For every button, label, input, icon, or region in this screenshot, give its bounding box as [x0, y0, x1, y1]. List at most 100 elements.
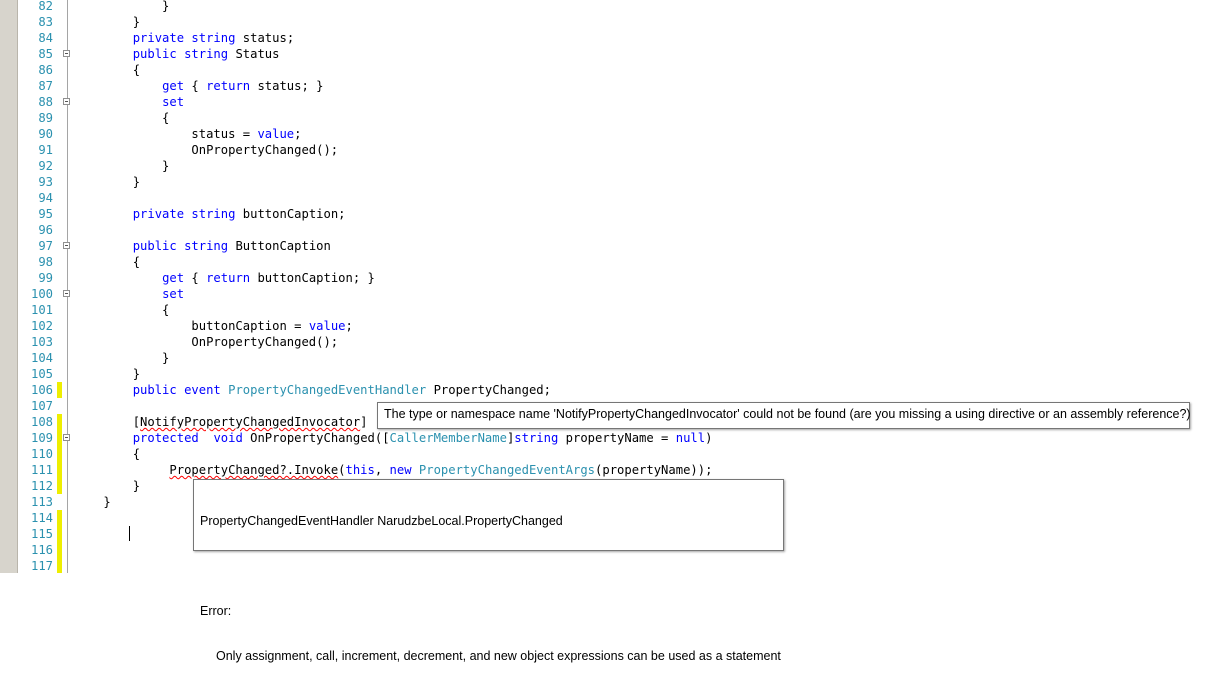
line-number: 92 — [38, 159, 53, 173]
code-text: private string status; — [74, 30, 294, 46]
code-token: string — [184, 239, 229, 253]
code-token: return — [206, 79, 251, 93]
line-number: 86 — [38, 63, 53, 77]
code-line[interactable]: 85 public string Status — [0, 46, 1225, 62]
error-tooltip-attribute: The type or namespace name 'NotifyProper… — [377, 402, 1191, 429]
code-token: private — [132, 207, 185, 221]
code-line[interactable]: 92 } — [0, 158, 1225, 174]
line-number: 112 — [30, 479, 53, 493]
code-line[interactable]: 110 { — [0, 446, 1225, 462]
line-number: 117 — [30, 559, 53, 573]
code-line[interactable]: 95 private string buttonCaption; — [0, 206, 1225, 222]
line-number: 111 — [30, 463, 53, 477]
code-token: ] — [360, 415, 368, 429]
code-line[interactable]: 109 protected void OnPropertyChanged([Ca… — [0, 430, 1225, 446]
code-token: [ — [74, 415, 141, 429]
change-marker — [57, 542, 62, 558]
code-token: buttonCaption; — [235, 207, 346, 221]
line-number: 96 — [38, 223, 53, 237]
change-marker — [57, 382, 62, 398]
code-token: string — [191, 207, 236, 221]
code-token: Status — [228, 47, 280, 61]
change-marker — [57, 478, 62, 494]
code-line[interactable]: 91 OnPropertyChanged(); — [0, 142, 1225, 158]
code-text: public event PropertyChangedEventHandler… — [74, 382, 551, 398]
code-line[interactable]: 98 { — [0, 254, 1225, 270]
code-line[interactable]: 101 { — [0, 302, 1225, 318]
code-line[interactable]: 93 } — [0, 174, 1225, 190]
collapse-region-icon[interactable] — [63, 242, 70, 249]
code-token: CallerMemberName — [389, 431, 507, 445]
code-token: PropertyChangedEventArgs — [418, 463, 596, 477]
code-token: void — [213, 431, 243, 445]
code-line[interactable]: 82 } — [0, 0, 1225, 14]
code-line[interactable]: 100 set — [0, 286, 1225, 302]
line-number: 90 — [38, 127, 53, 141]
code-token: { — [74, 111, 170, 125]
line-number: 100 — [30, 287, 53, 301]
code-line[interactable]: 89 { — [0, 110, 1225, 126]
code-line[interactable]: 111 PropertyChanged?.Invoke(this, new Pr… — [0, 462, 1225, 478]
code-token: OnPropertyChanged(); — [74, 335, 339, 349]
code-text: set — [74, 94, 184, 110]
line-number: 94 — [38, 191, 53, 205]
line-number: 83 — [38, 15, 53, 29]
code-line[interactable]: 88 set — [0, 94, 1225, 110]
code-text: protected void OnPropertyChanged([Caller… — [74, 430, 713, 446]
collapse-region-icon[interactable] — [63, 50, 70, 57]
quickinfo-spacer — [200, 559, 777, 574]
collapse-region-icon[interactable] — [63, 290, 70, 297]
code-line[interactable]: 103 OnPropertyChanged(); — [0, 334, 1225, 350]
code-text: { — [74, 254, 140, 270]
code-text: OnPropertyChanged(); — [74, 142, 338, 158]
code-line[interactable]: 83 } — [0, 14, 1225, 30]
code-line[interactable]: 90 status = value; — [0, 126, 1225, 142]
code-line[interactable]: 94 — [0, 190, 1225, 206]
code-line[interactable]: 106 public event PropertyChangedEventHan… — [0, 382, 1225, 398]
code-token: , — [374, 463, 390, 477]
code-token: { — [184, 271, 207, 285]
code-token: this — [345, 463, 375, 477]
line-number: 102 — [30, 319, 53, 333]
code-token: string — [191, 31, 236, 45]
code-token: { — [74, 63, 141, 77]
code-line[interactable]: 105 } — [0, 366, 1225, 382]
code-line[interactable]: 99 get { return buttonCaption; } — [0, 270, 1225, 286]
quickinfo-tooltip-invoke: PropertyChangedEventHandler NarudzbeLoca… — [193, 479, 784, 663]
code-line[interactable]: 87 get { return status; } — [0, 78, 1225, 94]
code-token: OnPropertyChanged([ — [242, 431, 390, 445]
line-number: 89 — [38, 111, 53, 125]
code-text: [NotifyPropertyChangedInvocator] — [74, 414, 368, 430]
code-line[interactable]: 84 private string status; — [0, 30, 1225, 46]
code-token: } — [74, 0, 170, 13]
line-number: 91 — [38, 143, 53, 157]
change-marker — [57, 558, 62, 573]
code-line[interactable]: 86 { — [0, 62, 1225, 78]
code-token: } — [74, 159, 170, 173]
code-line[interactable]: 104 } — [0, 350, 1225, 366]
code-token: } — [74, 351, 170, 365]
code-line[interactable]: 96 — [0, 222, 1225, 238]
line-number: 84 — [38, 31, 53, 45]
code-token: { — [74, 447, 141, 461]
line-number: 99 — [38, 271, 53, 285]
change-marker — [57, 446, 62, 462]
collapse-region-icon[interactable] — [63, 98, 70, 105]
line-number: 104 — [30, 351, 53, 365]
code-token: protected — [132, 431, 199, 445]
code-token: new — [389, 463, 412, 477]
code-text: } — [74, 478, 140, 494]
code-line[interactable]: 102 buttonCaption = value; — [0, 318, 1225, 334]
collapse-region-icon[interactable] — [63, 434, 70, 441]
code-line[interactable]: 97 public string ButtonCaption — [0, 238, 1225, 254]
